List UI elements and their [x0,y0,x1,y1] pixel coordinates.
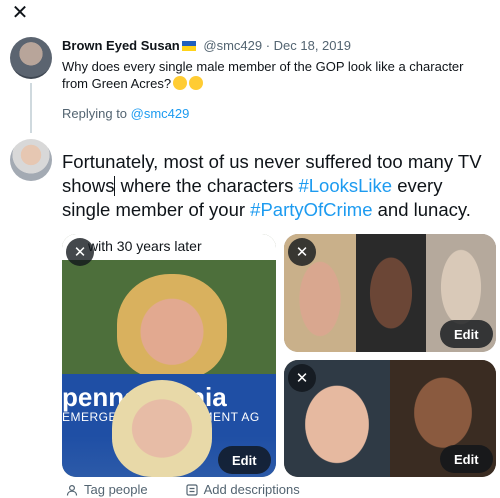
person-icon [66,484,78,496]
emoji-icon [189,76,204,90]
media-1-face-top [117,274,227,379]
media-1-face-bottom [112,380,212,477]
media-2-face-middle [356,234,426,352]
author-handle-date: @smc429 · Dec 18, 2019 [203,38,351,53]
edit-media-1-button[interactable]: Edit [218,446,271,474]
thread-connector [30,83,32,133]
compose-part2: where the characters [115,175,299,196]
original-tweet-header: Brown Eyed Susan @smc429 · Dec 18, 2019 [62,38,351,53]
avatar-original-author[interactable] [10,37,52,79]
hashtag-lookslike[interactable]: #LooksLike [298,175,392,196]
compose-part4: and lunacy. [372,199,471,220]
edit-media-3-button[interactable]: Edit [440,445,493,473]
media-item-2[interactable]: ✕ Edit [284,234,496,352]
tag-people-button[interactable]: Tag people [66,482,148,497]
media-item-3[interactable]: ✕ Edit [284,360,496,477]
edit-media-2-button[interactable]: Edit [440,320,493,348]
add-descriptions-label: Add descriptions [203,482,300,497]
tag-people-label: Tag people [84,482,148,497]
remove-media-1-button[interactable]: ✕ [66,238,94,266]
media-1-caption: with 30 years later [88,238,202,254]
flag-icon [181,41,196,51]
original-tweet-text: Why does every single male member of the… [62,58,492,92]
replying-prefix: Replying to [62,106,131,121]
emoji-icon [173,76,188,90]
replying-handle[interactable]: @smc429 [131,106,190,121]
replying-to: Replying to @smc429 [62,106,189,121]
add-descriptions-button[interactable]: Add descriptions [186,482,300,497]
compose-text[interactable]: Fortunately, most of us never suffered t… [62,150,492,222]
remove-media-2-button[interactable]: ✕ [288,238,316,266]
avatar-composer[interactable] [10,139,52,181]
media-tools: Tag people Add descriptions [66,482,300,497]
media-item-1[interactable]: with 30 years later pennsylvania EMERGEN… [62,234,276,477]
author-name[interactable]: Brown Eyed Susan [62,38,180,53]
description-icon [186,483,198,496]
close-icon[interactable]: ✕ [8,0,32,24]
hashtag-partyofcrime[interactable]: #PartyOfCrime [250,199,372,220]
original-tweet-body: Why does every single male member of the… [62,59,464,91]
remove-media-3-button[interactable]: ✕ [288,364,316,392]
